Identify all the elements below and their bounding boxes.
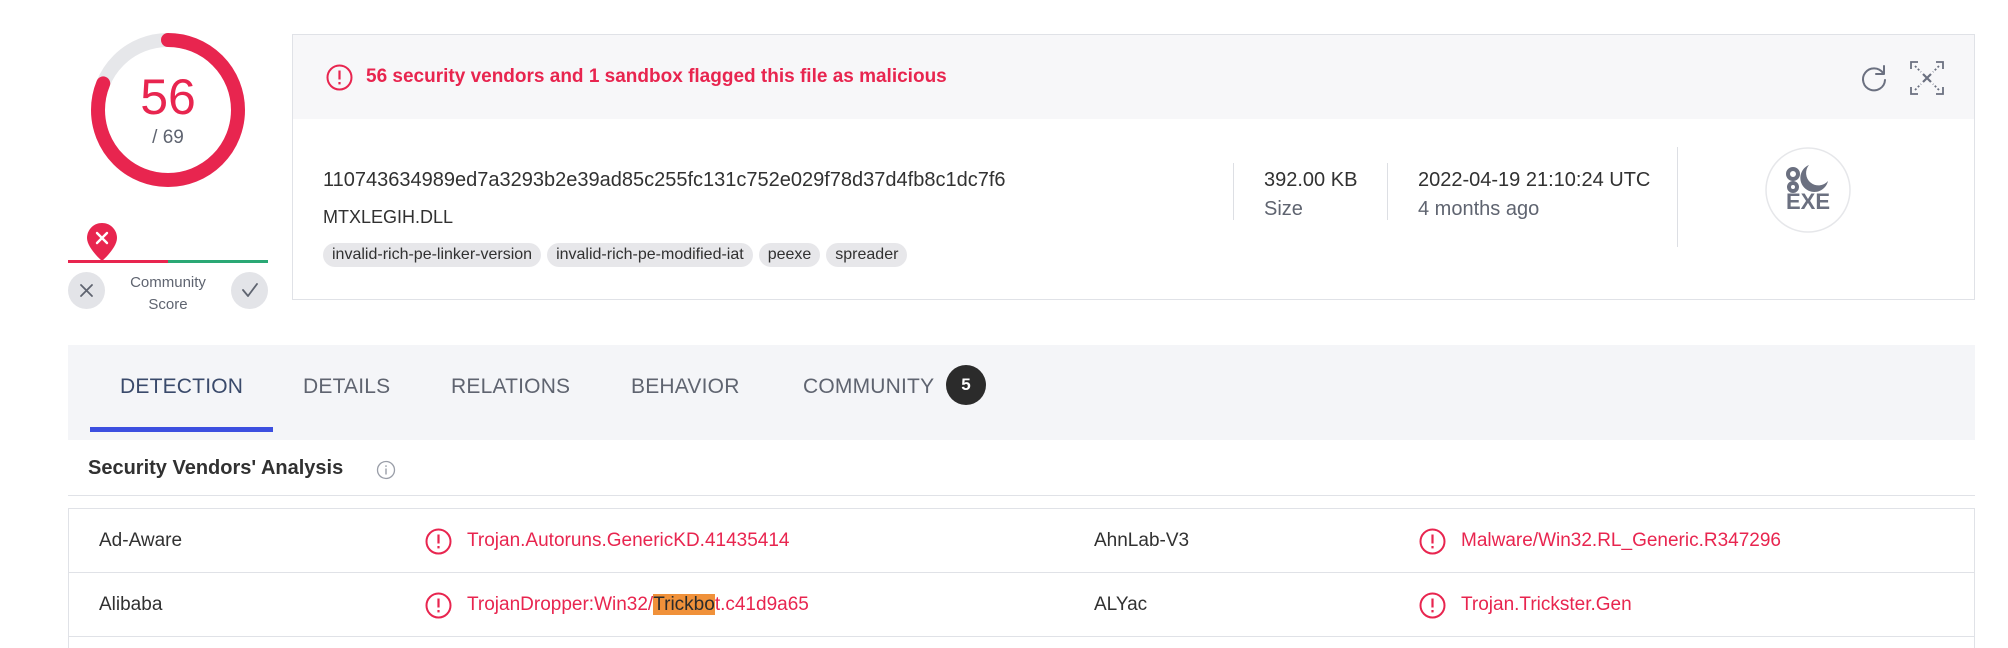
- map-pin-icon: [87, 223, 117, 261]
- alert-icon: [326, 64, 353, 91]
- vendor-name: Ad-Aware: [99, 530, 183, 551]
- tab-community[interactable]: COMMUNITY: [803, 375, 934, 399]
- file-summary-card: 56 security vendors and 1 sandbox flagge…: [292, 34, 1975, 300]
- vote-malicious-button[interactable]: [68, 272, 105, 309]
- info-icon[interactable]: [376, 460, 396, 480]
- divider: [1677, 147, 1678, 247]
- vendor-result-suffix: t.c41d9a65: [714, 594, 809, 615]
- community-score-label: Community Score: [118, 272, 218, 316]
- community-label-line1: Community: [130, 274, 206, 291]
- file-size-label: Size: [1264, 198, 1303, 220]
- malicious-icon: [1419, 592, 1446, 619]
- vendor-result: Malware/Win32.RL_Generic.R347296: [1461, 530, 1781, 551]
- community-label-line2: Score: [148, 296, 188, 313]
- file-name: MTXLEGIH.DLL: [323, 207, 454, 227]
- vendor-result-prefix: TrojanDropper:Win32/: [467, 594, 654, 615]
- last-analysis-date: 2022-04-19 21:10:24 UTC: [1418, 169, 1651, 191]
- vendor-name: AhnLab-V3: [1094, 530, 1190, 551]
- community-score: Community Score: [68, 222, 270, 322]
- tab-behavior[interactable]: BEHAVIOR: [631, 375, 740, 399]
- vendor-name: ALYac: [1094, 594, 1148, 615]
- table-row: Ad-Aware Trojan.Autoruns.GenericKD.41435…: [69, 509, 1974, 573]
- vote-harmless-button[interactable]: [231, 272, 268, 309]
- tag-item[interactable]: invalid-rich-pe-modified-iat: [547, 243, 753, 267]
- vendor-result: TrojanDropper:Win32/Trickbot.c41d9a65: [467, 594, 809, 616]
- vendor-result: Trojan.Autoruns.GenericKD.41435414: [467, 530, 790, 551]
- file-hash[interactable]: 110743634989ed7a3293b2e39ad85c255fc131c7…: [323, 169, 1006, 192]
- score-detections: 56: [140, 69, 196, 125]
- detection-score: 56 / 69: [88, 30, 248, 190]
- last-analysis-relative: 4 months ago: [1418, 198, 1540, 220]
- vendors-section-header: Security Vendors' Analysis: [68, 440, 1975, 496]
- section-title: Security Vendors' Analysis: [88, 457, 344, 479]
- vendor-result: Trojan.Trickster.Gen: [1461, 594, 1632, 615]
- check-icon: [242, 283, 258, 297]
- tab-detection[interactable]: DETECTION: [120, 375, 243, 399]
- tab-details[interactable]: DETAILS: [303, 375, 390, 399]
- divider: [1233, 163, 1234, 220]
- report-tabs: DETECTION DETAILS RELATIONS BEHAVIOR COM…: [68, 345, 1975, 440]
- score-total: / 69: [152, 127, 184, 148]
- table-row: Alibaba TrojanDropper:Win32/Trickbot.c41…: [69, 573, 1974, 637]
- graph-view-icon[interactable]: [1909, 60, 1945, 96]
- malicious-icon: [425, 528, 452, 555]
- tag-item[interactable]: peexe: [758, 243, 821, 267]
- community-bar-malicious: [68, 260, 168, 263]
- file-size-value: 392.00 KB: [1264, 169, 1358, 191]
- alert-message: 56 security vendors and 1 sandbox flagge…: [366, 66, 947, 87]
- tag-item[interactable]: invalid-rich-pe-linker-version: [323, 243, 542, 267]
- alert-banner: 56 security vendors and 1 sandbox flagge…: [293, 35, 1974, 119]
- malicious-icon: [1419, 528, 1446, 555]
- community-count-badge: 5: [946, 365, 986, 405]
- search-highlight: Trickbo: [653, 594, 715, 615]
- tag-item[interactable]: spreader: [826, 243, 908, 267]
- community-bar-harmless: [168, 260, 268, 263]
- file-type-label: EXE: [1786, 189, 1830, 214]
- close-icon: [80, 284, 93, 297]
- vendors-table: Ad-Aware Trojan.Autoruns.GenericKD.41435…: [68, 508, 1975, 648]
- vendor-name: Alibaba: [99, 594, 163, 615]
- tab-relations[interactable]: RELATIONS: [451, 375, 570, 399]
- reanalyze-icon[interactable]: [1857, 61, 1891, 95]
- divider: [1387, 163, 1388, 220]
- active-tab-indicator: [90, 427, 273, 432]
- file-tags: invalid-rich-pe-linker-version invalid-r…: [323, 243, 908, 267]
- malicious-icon: [425, 592, 452, 619]
- exe-file-type-icon: EXE: [1765, 147, 1851, 233]
